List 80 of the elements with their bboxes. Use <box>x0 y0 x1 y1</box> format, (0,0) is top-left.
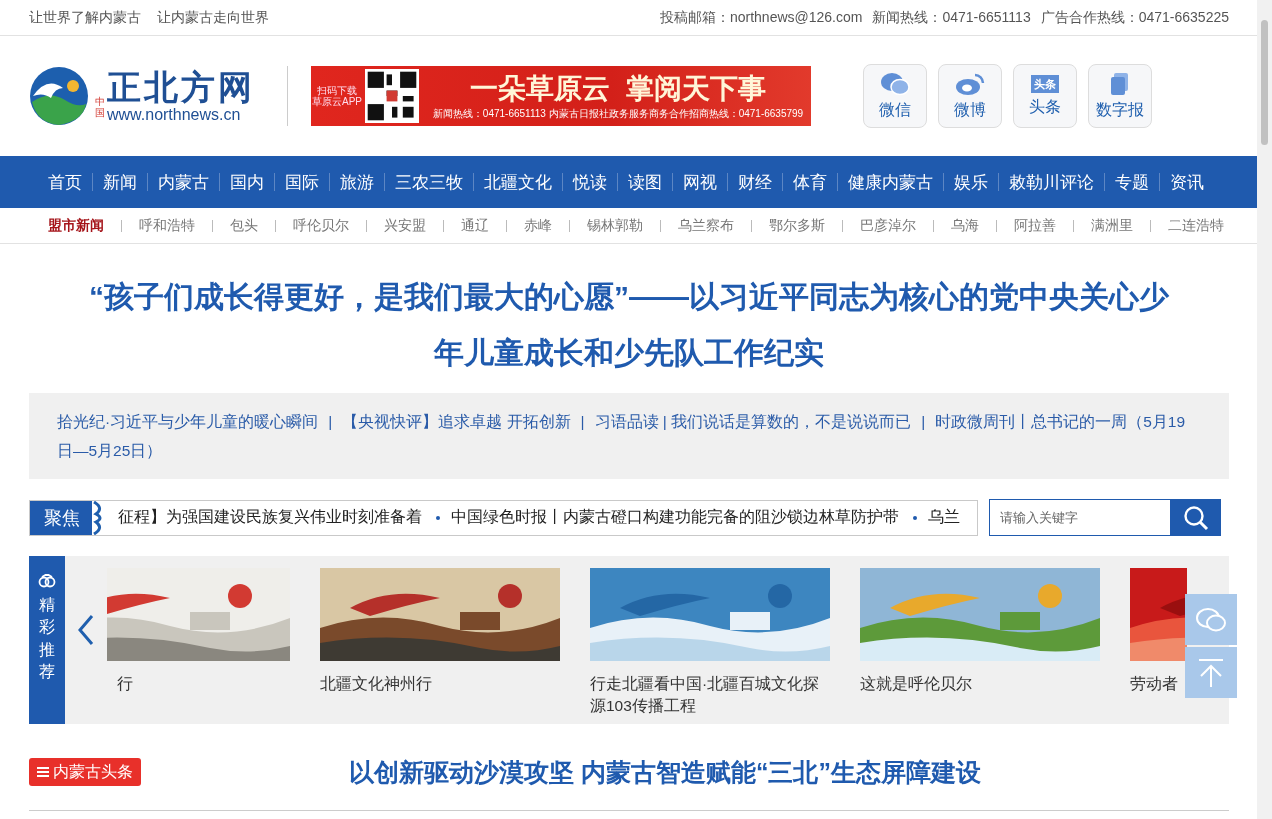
ticker-link[interactable]: 乌兰 <box>928 507 960 528</box>
slogan-text: 让内蒙古走向世界 <box>157 8 269 27</box>
recommend-label: 精彩推荐 <box>39 595 55 683</box>
region-link[interactable]: 兴安盟 <box>366 219 443 232</box>
link-icon <box>38 574 56 588</box>
logo-name[interactable]: 正北方网 <box>107 68 255 106</box>
app-banner[interactable]: 扫码下载 草原云APP 一朵草原云 掌阅天下事 新闻热线：0471-6651113 内蒙古日报社政务服务商务合作招商热线：0471-6635799 <box>311 66 811 126</box>
logo-emblem-icon[interactable] <box>29 66 89 126</box>
ticker-link[interactable]: 征程】为强国建设民族复兴伟业时刻准备着 <box>118 507 422 528</box>
nav-link[interactable]: 新闻 <box>92 173 147 191</box>
section-tag: 内蒙古头条 <box>29 758 141 786</box>
qr-code-icon <box>365 69 419 123</box>
search-button[interactable] <box>1171 499 1221 536</box>
search-icon <box>1183 504 1209 531</box>
social-link[interactable]: 头条 头条 <box>1013 64 1077 128</box>
focus-label: 聚焦 <box>30 500 92 535</box>
nav-link[interactable]: 娱乐 <box>943 173 998 191</box>
region-link[interactable]: 二连浩特 <box>1150 219 1241 232</box>
nav-link[interactable]: 敕勒川评论 <box>998 173 1104 191</box>
nav-link[interactable]: 体育 <box>782 173 837 191</box>
recommend-caption[interactable]: 行 <box>107 673 133 695</box>
region-link[interactable]: 包头 <box>212 219 275 232</box>
recommend-caption[interactable]: 这就是呼伦贝尔 <box>860 673 1100 695</box>
scrollbar[interactable] <box>1257 0 1272 819</box>
region-link[interactable]: 鄂尔多斯 <box>751 219 842 232</box>
headline[interactable]: “孩子们成长得更好，是我们最大的心愿”——以习近平同志为核心的党中央关心少年儿童成长和少先队工作纪实 <box>79 269 1179 381</box>
related-links-text[interactable]: 拾光纪·习近平与少年儿童的暖心瞬间 | 【央视快评】追求卓越 开拓创新 | 习语品读 | 我们说话是算数的，不是说说而已 | 时政微周刊丨总书记的一周（5月19日—5月25日） <box>57 407 1201 465</box>
region-link[interactable]: 呼伦贝尔 <box>275 219 366 232</box>
banner-slogan: 一朵草原云 掌阅天下事 <box>470 72 766 106</box>
list-icon <box>37 766 49 778</box>
banner-hotlines: 新闻热线：0471-6651113 内蒙古日报社政务服务商务合作招商热线：0471-6635799 <box>432 107 804 121</box>
qr-caption: 草原云APP <box>312 96 362 107</box>
search-field[interactable]: 请输入关键字 <box>989 499 1171 536</box>
region-link[interactable]: 锡林郭勒 <box>569 219 660 232</box>
nav-link[interactable]: 专题 <box>1104 173 1159 191</box>
region-link[interactable]: 赤峰 <box>506 219 569 232</box>
nav-link[interactable]: 读图 <box>617 173 672 191</box>
nav-link[interactable]: 财经 <box>727 173 782 191</box>
nav-link[interactable]: 内蒙古 <box>147 173 219 191</box>
toutiao-icon: 头条 <box>1031 74 1059 93</box>
nav-link[interactable]: 网视 <box>672 173 727 191</box>
recommend-caption[interactable]: 劳动者 <box>1130 673 1187 695</box>
nav-link[interactable]: 旅游 <box>329 173 384 191</box>
nav-link[interactable]: 资讯 <box>1159 173 1214 191</box>
contact-text: 广告合作热线：0471-6635225 <box>1040 8 1229 27</box>
nav-link[interactable]: 健康内蒙古 <box>837 173 943 191</box>
bullet-icon <box>913 515 917 520</box>
nav-link[interactable]: 国际 <box>274 173 329 191</box>
top-story-title[interactable]: 以创新驱动沙漠攻坚 内蒙古智造赋能“三北”生态屏障建设 <box>349 755 981 789</box>
social-link[interactable]: 微信 <box>863 64 927 128</box>
region-link[interactable]: 满洲里 <box>1073 219 1150 232</box>
social-link[interactable]: 数字报 <box>1088 64 1152 128</box>
chat-bubbles-icon <box>880 71 910 96</box>
recommend-caption[interactable]: 行走北疆看中国·北疆百城文化探源103传播工程 <box>590 673 830 717</box>
contact-text: 新闻热线：0471-6651113 <box>872 8 1031 27</box>
nav-link[interactable]: 悦读 <box>562 173 617 191</box>
chat-bubbles-icon <box>1195 605 1227 634</box>
slogan-text: 让世界了解内蒙古 <box>29 8 141 27</box>
document-icon <box>1109 71 1131 96</box>
up-arrow-icon <box>1197 657 1225 688</box>
region-link[interactable]: 通辽 <box>443 219 506 232</box>
weibo-icon <box>955 71 985 96</box>
region-link[interactable]: 乌兰察布 <box>660 219 751 232</box>
logo-url[interactable]: www.northnews.cn <box>107 106 255 124</box>
bullet-icon <box>436 515 440 520</box>
region-link[interactable]: 盟市新闻 <box>38 219 121 232</box>
contact-text: 投稿邮箱：northnews@126.com <box>659 8 863 27</box>
nav-link[interactable]: 国内 <box>219 173 274 191</box>
logo-badge-text: 中国 <box>95 96 105 118</box>
recommend-caption[interactable]: 北疆文化神州行 <box>320 673 560 695</box>
region-link[interactable]: 阿拉善 <box>996 219 1073 232</box>
nav-link[interactable]: 北疆文化 <box>473 173 562 191</box>
region-link[interactable]: 乌海 <box>933 219 996 232</box>
qr-caption: 扫码下载 <box>317 85 357 96</box>
region-link[interactable]: 呼和浩特 <box>121 219 212 232</box>
ticker-link[interactable]: 中国绿色时报丨内蒙古磴口构建功能完备的阻沙锁边林草防护带 <box>451 507 899 528</box>
social-link[interactable]: 微博 <box>938 64 1002 128</box>
nav-link[interactable]: 三农三牧 <box>384 173 473 191</box>
region-link[interactable]: 巴彦淖尔 <box>842 219 933 232</box>
nav-link[interactable]: 首页 <box>38 173 92 191</box>
